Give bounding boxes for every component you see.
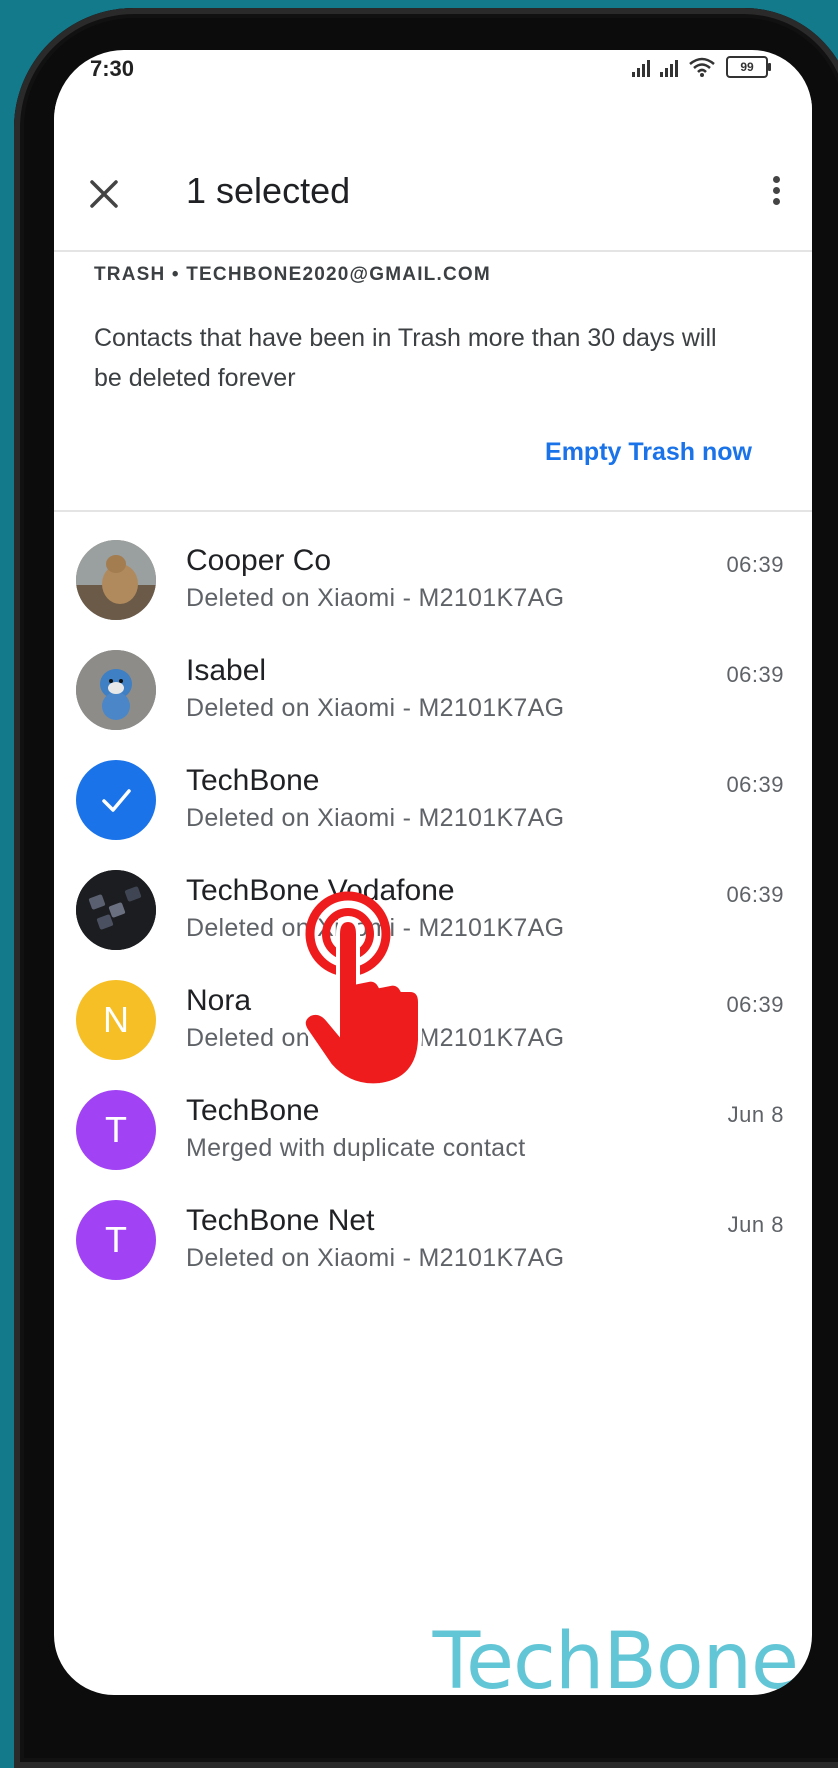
trash-account-header: TRASH • TECHBONE2020@GMAIL.COM (94, 264, 491, 285)
contact-detail: Deleted on Xiaomi - M2101K7AG (186, 694, 565, 722)
selected-avatar (76, 760, 156, 840)
contact-name: Isabel (186, 654, 267, 687)
contact-time: 06:39 (726, 662, 784, 687)
phone-screen: 7:30 99 1 selected TRASH • TECHBONE2020@… (54, 50, 812, 1695)
contact-time: Jun 8 (727, 1102, 784, 1127)
status-icons: 99 (632, 56, 771, 78)
battery-icon: 99 (726, 56, 771, 78)
trash-description: Contacts that have been in Trash more th… (94, 324, 717, 392)
avatar (76, 650, 156, 730)
avatar: N (76, 980, 156, 1060)
contact-name: TechBone (186, 764, 320, 797)
app-bar: 1 selected (54, 100, 812, 252)
check-icon (102, 789, 131, 812)
contact-time: 06:39 (726, 992, 784, 1017)
wifi-icon (689, 57, 715, 77)
contact-detail: Merged with duplicate contact (186, 1134, 526, 1162)
empty-trash-button[interactable]: Empty Trash now (545, 438, 752, 467)
keyboard-photo-icon (76, 870, 156, 950)
contact-row[interactable]: Isabel Deleted on Xiaomi - M2101K7AG 06:… (54, 638, 812, 748)
contact-name: TechBone Net (186, 1204, 375, 1237)
watermark-logo: TechBone (432, 1617, 799, 1695)
contact-row[interactable]: T TechBone Merged with duplicate contact… (54, 1078, 812, 1188)
avatar: T (76, 1200, 156, 1280)
contact-name: TechBone (186, 1094, 320, 1127)
status-bar: 7:30 99 (54, 50, 812, 90)
contact-time: Jun 8 (727, 1212, 784, 1237)
contact-row[interactable]: T TechBone Net Deleted on Xiaomi - M2101… (54, 1188, 812, 1298)
contact-row-selected[interactable]: TechBone Deleted on Xiaomi - M2101K7AG 0… (54, 748, 812, 858)
contact-time: 06:39 (726, 772, 784, 797)
plush-photo-icon (76, 650, 156, 730)
more-options-icon[interactable] (766, 172, 786, 216)
signal-icon (632, 57, 650, 77)
contact-row[interactable]: Cooper Co Deleted on Xiaomi - M2101K7AG … (54, 528, 812, 638)
contact-time: 06:39 (726, 552, 784, 577)
divider (54, 510, 812, 512)
avatar (76, 870, 156, 950)
signal-icon (660, 57, 678, 77)
dog-photo-icon (76, 540, 156, 620)
status-time: 7:30 (90, 56, 135, 81)
contact-name: Cooper Co (186, 544, 332, 577)
contact-detail: Deleted on Xiaomi - M2101K7AG (186, 1244, 565, 1272)
avatar: T (76, 1090, 156, 1170)
contact-detail: Deleted on Xiaomi - M2101K7AG (186, 804, 565, 832)
selection-count-title: 1 selected (186, 170, 351, 211)
avatar (76, 540, 156, 620)
contact-name: Nora (186, 984, 252, 1017)
contact-time: 06:39 (726, 882, 784, 907)
contact-detail: Deleted on Xiaomi - M2101K7AG (186, 584, 565, 612)
close-icon[interactable] (84, 174, 124, 214)
tap-hand-icon (301, 891, 422, 1088)
